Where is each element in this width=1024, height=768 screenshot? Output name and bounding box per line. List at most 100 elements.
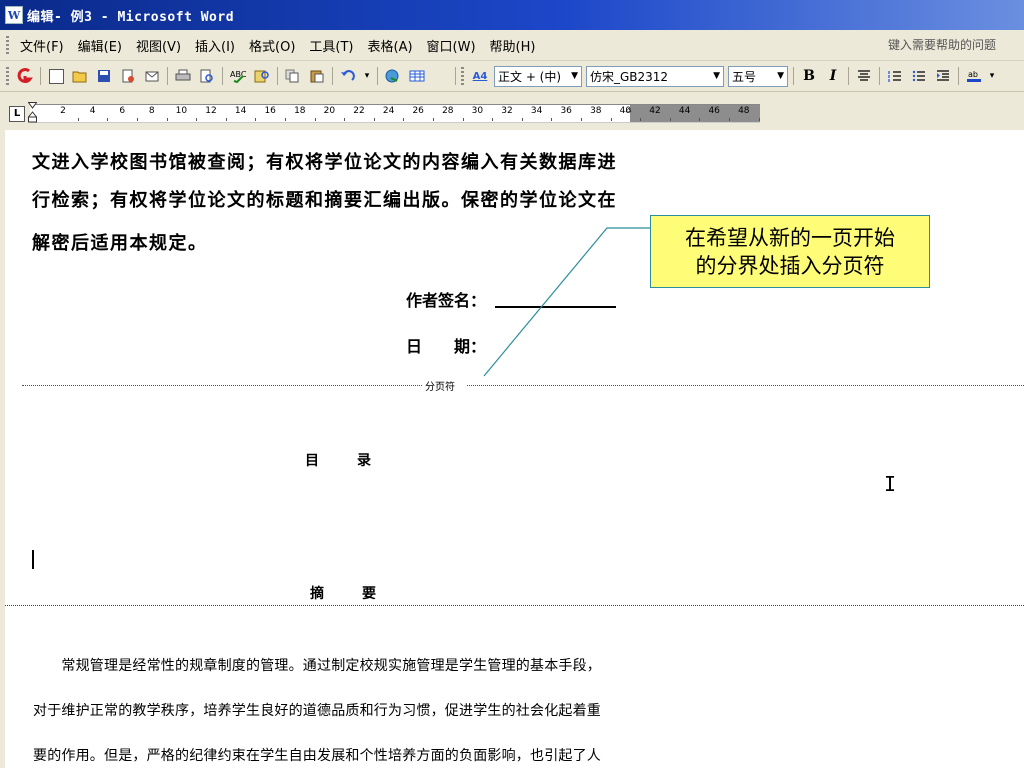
ruler-number: 46 bbox=[708, 106, 720, 116]
svg-text:ab: ab bbox=[968, 70, 978, 79]
ruler-number: 42 bbox=[649, 106, 661, 116]
toc-heading: 目 录 bbox=[305, 453, 383, 469]
toolbar-separator bbox=[879, 67, 880, 85]
align-center-icon[interactable] bbox=[854, 66, 874, 86]
bullets-icon[interactable] bbox=[909, 66, 929, 86]
italic-button[interactable]: I bbox=[823, 66, 843, 86]
menu-help[interactable]: 帮助(H) bbox=[483, 36, 543, 55]
ruler-number: 26 bbox=[412, 106, 424, 116]
menu-insert[interactable]: 插入(I) bbox=[188, 36, 242, 55]
style-dropdown-value: 正文 + (中) bbox=[498, 69, 562, 84]
size-dropdown[interactable]: 五号 ▼ bbox=[728, 65, 788, 87]
ruler-tick bbox=[492, 118, 494, 121]
menu-view[interactable]: 视图(V) bbox=[129, 36, 188, 55]
paragraph-line: 行检索；有权将学位论文的标题和摘要汇编出版。保密的学位论文在 bbox=[32, 190, 617, 211]
email-icon[interactable] bbox=[142, 66, 162, 86]
toolbar-separator bbox=[377, 67, 378, 85]
paste-icon[interactable] bbox=[307, 66, 327, 86]
copy-icon[interactable] bbox=[283, 66, 303, 86]
toolbar-grip[interactable] bbox=[461, 67, 464, 85]
ruler-tick bbox=[403, 118, 405, 121]
menu-tools[interactable]: 工具(T) bbox=[302, 36, 360, 55]
ruler-number: 4 bbox=[89, 106, 96, 116]
style-dropdown[interactable]: 正文 + (中) ▼ bbox=[494, 65, 582, 87]
ruler-tick bbox=[285, 118, 286, 121]
menu-bar: 文件(F) 编辑(E) 视图(V) 插入(I) 格式(O) 工具(T) 表格(A… bbox=[0, 30, 1024, 61]
ruler-number: 10 bbox=[175, 106, 188, 116]
ruler-tick bbox=[344, 118, 346, 121]
tab-stop-selector[interactable]: L bbox=[9, 106, 25, 122]
ruler-number: 22 bbox=[353, 106, 365, 116]
ruler-tick bbox=[433, 118, 434, 121]
chevron-down-icon: ▼ bbox=[777, 71, 784, 81]
toolbar-separator bbox=[277, 67, 278, 85]
ruler-tick bbox=[314, 118, 316, 121]
abstract-heading: 摘 要 bbox=[310, 586, 388, 602]
styles-pane-label: A4 bbox=[472, 70, 488, 82]
title-bar: W 编辑- 例3 - Microsoft Word bbox=[0, 0, 1024, 30]
ruler-number: 40 bbox=[619, 106, 632, 116]
ruler-tick bbox=[640, 118, 642, 121]
menu-window[interactable]: 窗口(W) bbox=[420, 36, 483, 55]
numbering-icon[interactable] bbox=[885, 66, 905, 86]
ruler-tick bbox=[77, 118, 79, 121]
ruler-number: 32 bbox=[501, 106, 513, 116]
ruler-number: 36 bbox=[560, 106, 572, 116]
page-break-label: 分页符 bbox=[424, 378, 456, 393]
ruler-number: 34 bbox=[530, 106, 543, 116]
menu-file[interactable]: 文件(F) bbox=[13, 36, 71, 55]
toolbar-grip[interactable] bbox=[6, 67, 9, 85]
menu-edit[interactable]: 编辑(E) bbox=[71, 36, 129, 55]
callout-line: 的分界处插入分页符 bbox=[695, 253, 885, 278]
hyperlink-icon[interactable] bbox=[383, 66, 403, 86]
ruler-number: 38 bbox=[590, 106, 602, 116]
chevron-down-icon: ▼ bbox=[571, 71, 578, 81]
print-preview-icon[interactable] bbox=[197, 66, 217, 86]
callout-line: 在希望从新的一页开始 bbox=[685, 225, 895, 250]
spelling-icon[interactable]: ABC bbox=[228, 66, 248, 86]
toolbar-separator bbox=[793, 67, 794, 85]
ruler-tick bbox=[255, 118, 257, 121]
permission-icon[interactable] bbox=[118, 66, 138, 86]
toolbar-separator bbox=[455, 67, 456, 85]
highlight-icon[interactable]: ab bbox=[964, 66, 984, 86]
menu-format[interactable]: 格式(O) bbox=[242, 36, 302, 55]
ruler-number: 8 bbox=[148, 106, 155, 116]
undo-icon[interactable] bbox=[338, 66, 358, 86]
toolbar-separator bbox=[958, 67, 959, 85]
save-icon[interactable] bbox=[94, 66, 114, 86]
ruler-number: 28 bbox=[442, 106, 454, 116]
ruler-number: 18 bbox=[294, 106, 306, 116]
body-line: 对于维护正常的教学秩序，培养学生良好的道德品质和行为习惯，促进学生的社会化起着重 bbox=[33, 703, 601, 719]
ruler-number: 16 bbox=[264, 106, 276, 116]
ruler-tick bbox=[521, 118, 523, 121]
indent-icon[interactable] bbox=[933, 66, 953, 86]
svg-text:ABC: ABC bbox=[230, 70, 246, 79]
office-logo-icon[interactable] bbox=[15, 66, 35, 86]
word-icon[interactable]: W bbox=[5, 6, 23, 24]
styles-pane-icon[interactable]: A4 bbox=[470, 66, 490, 86]
bold-button[interactable]: B bbox=[799, 66, 819, 86]
chevron-down-icon: ▼ bbox=[713, 71, 720, 81]
ruler-tick bbox=[137, 118, 138, 121]
open-icon[interactable] bbox=[70, 66, 90, 86]
table-icon[interactable] bbox=[407, 66, 427, 86]
toolbar-separator bbox=[40, 67, 41, 85]
size-dropdown-value: 五号 bbox=[732, 69, 757, 84]
menu-grip[interactable] bbox=[6, 36, 9, 54]
menu-table[interactable]: 表格(A) bbox=[361, 36, 420, 55]
ruler-tick bbox=[196, 118, 198, 121]
toolbar-separator bbox=[848, 67, 849, 85]
undo-dropdown-icon[interactable]: ▾ bbox=[362, 66, 372, 86]
font-dropdown[interactable]: 仿宋_GB2312 ▼ bbox=[586, 65, 724, 87]
research-icon[interactable] bbox=[252, 66, 272, 86]
help-search-input[interactable]: 键入需要帮助的问题 bbox=[888, 35, 1018, 55]
new-icon[interactable] bbox=[46, 66, 66, 86]
ruler-number: 20 bbox=[323, 106, 336, 116]
callout-box: 在希望从新的一页开始 的分界处插入分页符 bbox=[650, 215, 930, 288]
toolbar-separator bbox=[332, 67, 333, 85]
print-icon[interactable] bbox=[173, 66, 193, 86]
indent-marker-icon[interactable] bbox=[28, 102, 37, 124]
highlight-dropdown-icon[interactable]: ▾ bbox=[988, 66, 996, 86]
ruler-number: 44 bbox=[678, 106, 691, 116]
